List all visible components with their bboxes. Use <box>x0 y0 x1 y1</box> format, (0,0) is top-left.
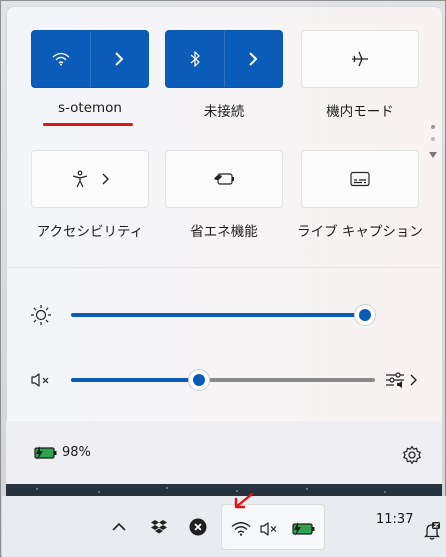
brightness-slider[interactable] <box>71 303 377 327</box>
live-captions-tile-label: ライブ キャプション <box>297 224 423 240</box>
audio-mixer-icon <box>386 372 404 388</box>
accessibility-tile-label: アクセシビリティ <box>36 224 144 240</box>
annotation-arrow <box>234 492 254 509</box>
system-tray-button[interactable] <box>221 504 325 550</box>
airplane-mode-tile[interactable] <box>301 30 419 88</box>
energy-saver-icon <box>214 173 234 185</box>
bluetooth-tile-label: 未接続 <box>203 104 245 120</box>
battery-charging-icon <box>34 445 57 460</box>
close-circle-icon[interactable] <box>189 518 207 536</box>
chevron-right-icon <box>249 52 258 66</box>
volume-muted-icon <box>31 373 49 387</box>
clock[interactable]: 11:37 <box>376 512 413 527</box>
airplane-tile-label: 機内モード <box>326 104 394 120</box>
energy-saver-tile[interactable] <box>165 150 283 208</box>
airplane-icon <box>352 51 368 67</box>
desktop-wallpaper-strip <box>6 484 442 496</box>
taskbar: 11:37 <box>2 492 446 557</box>
wifi-toggle[interactable] <box>32 31 90 87</box>
bluetooth-more-button[interactable] <box>223 31 283 87</box>
scroll-down-icon[interactable] <box>429 151 437 159</box>
wifi-tile-label: s-otemon <box>58 100 122 116</box>
dropbox-icon[interactable] <box>150 519 168 535</box>
battery-status[interactable]: 98% <box>32 445 91 460</box>
divider <box>6 267 442 268</box>
annotation-underline <box>43 123 133 126</box>
audio-output-button[interactable] <box>385 369 425 391</box>
wifi-tile[interactable] <box>31 30 149 88</box>
live-captions-tile[interactable] <box>301 150 419 208</box>
volume-muted-icon <box>260 522 277 536</box>
brightness-slider-thumb[interactable] <box>354 304 376 326</box>
chevron-right-icon <box>410 374 417 386</box>
quick-settings-footer: 98% <box>6 421 442 484</box>
bluetooth-icon <box>190 51 200 67</box>
volume-slider-thumb[interactable] <box>188 369 210 391</box>
gear-icon[interactable] <box>402 445 422 465</box>
captions-icon <box>350 171 370 187</box>
accessibility-tile[interactable] <box>31 150 149 208</box>
bluetooth-toggle[interactable] <box>166 31 224 87</box>
quick-settings-window: s-otemon 未接続 機内モード アクセシビリティ 省エネ機能 ライブ キャ… <box>0 0 446 557</box>
bluetooth-tile[interactable] <box>165 30 283 88</box>
scroll-indicator[interactable] <box>429 121 437 167</box>
accessibility-icon <box>72 170 88 188</box>
brightness-slider-fill <box>71 313 365 317</box>
volume-slider[interactable] <box>71 368 377 392</box>
chevron-up-icon[interactable] <box>112 522 126 532</box>
battery-percent: 98% <box>62 445 91 460</box>
wifi-more-button[interactable] <box>89 31 149 87</box>
brightness-sun-icon <box>31 305 51 325</box>
energy-saver-tile-label: 省エネ機能 <box>190 224 258 240</box>
chevron-right-icon <box>102 173 109 185</box>
chevron-right-icon <box>115 52 124 66</box>
wifi-icon <box>231 522 251 536</box>
wifi-icon <box>52 52 70 66</box>
volume-slider-fill <box>71 378 199 382</box>
bell-icon[interactable] <box>424 522 440 540</box>
battery-charging-icon <box>292 522 315 536</box>
